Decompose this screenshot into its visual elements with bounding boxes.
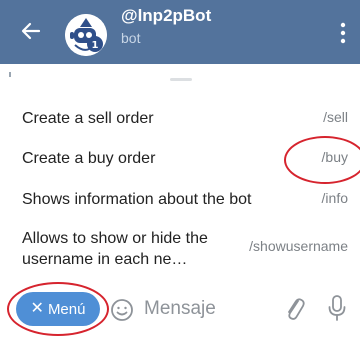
command-description: Shows information about the bot [22, 191, 252, 208]
sheet-drag-handle[interactable] [170, 78, 192, 81]
command-name: /sell [323, 109, 348, 125]
microphone-icon[interactable] [327, 294, 347, 322]
more-vertical-icon[interactable] [340, 22, 346, 44]
menu-button[interactable]: ✕ Menú [16, 292, 100, 326]
svg-text:1: 1 [92, 40, 99, 51]
arrow-left-icon[interactable] [20, 20, 42, 42]
telegram-chat-screen: 1 @lnp2pBot bot Create a sell order /sel… [0, 0, 360, 341]
command-item-showusername[interactable]: Allows to show or hide the username in e… [0, 222, 360, 272]
chat-subtitle: bot [121, 30, 141, 46]
command-item-sell[interactable]: Create a sell order /sell [0, 100, 360, 134]
command-description: Allows to show or hide the username in e… [22, 230, 208, 268]
chat-title[interactable]: @lnp2pBot [121, 6, 211, 26]
command-name: /showusername [249, 238, 348, 254]
command-description: Create a sell order [22, 110, 154, 127]
pinned-strip [0, 64, 360, 86]
robot-avatar-icon: 1 [65, 14, 107, 56]
command-item-buy[interactable]: Create a buy order /buy [0, 140, 360, 174]
paperclip-icon[interactable] [282, 295, 306, 323]
command-name: /buy [321, 149, 348, 165]
menu-button-label: Menú [47, 300, 86, 318]
chat-header: 1 @lnp2pBot bot [0, 0, 360, 64]
message-input[interactable] [144, 296, 254, 322]
command-description: Create a buy order [22, 150, 156, 167]
command-item-info[interactable]: Shows information about the bot /info [0, 181, 360, 215]
emoji-icon[interactable] [110, 298, 134, 322]
strip-marker [9, 72, 11, 77]
command-name: /info [321, 190, 348, 206]
bot-avatar[interactable]: 1 [65, 14, 107, 56]
close-icon: ✕ [30, 300, 44, 317]
